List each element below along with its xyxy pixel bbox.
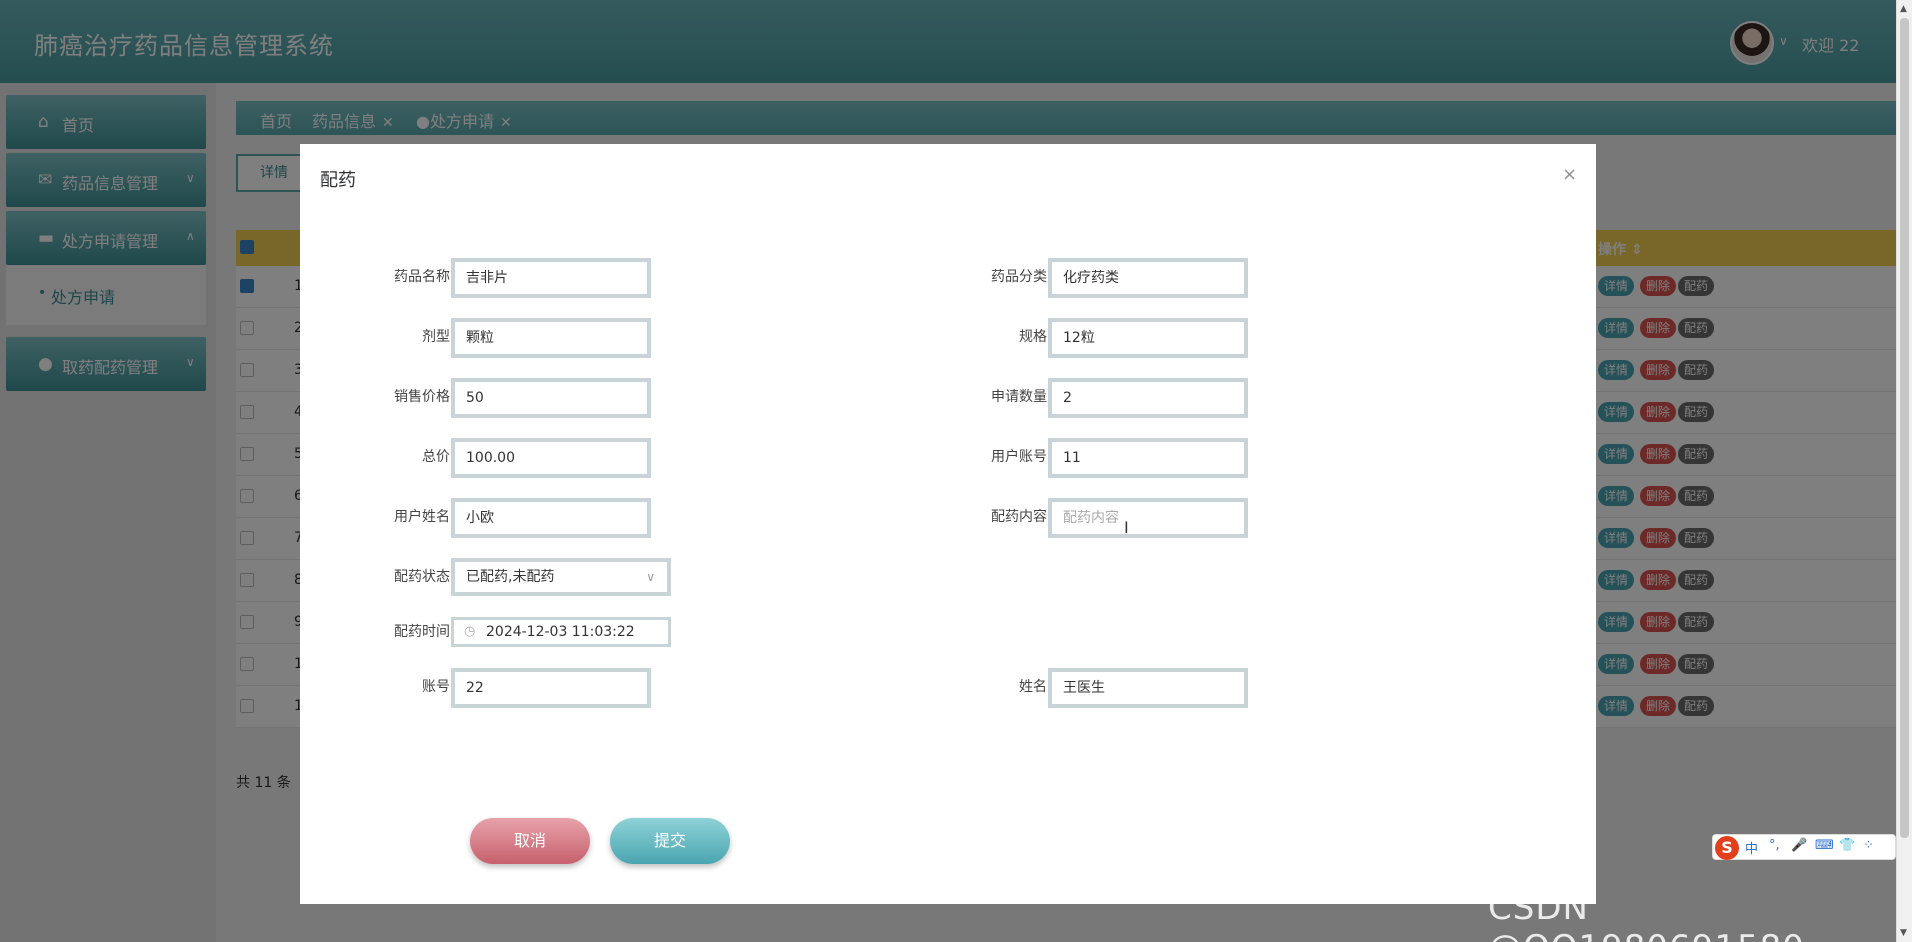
vertical-scrollbar[interactable]: ▲ ▼ <box>1896 0 1912 942</box>
scroll-up-icon[interactable]: ▲ <box>1900 4 1907 14</box>
user-account-field[interactable]: 11 <box>1048 438 1248 478</box>
ime-toolbar[interactable]: S 中 °, 🎤 ⌨ 👕 ⁘ <box>1712 834 1896 860</box>
dispense-status-value: 已配药,未配药 <box>466 569 555 585</box>
skin-icon[interactable]: 👕 <box>1839 838 1855 853</box>
name-field[interactable]: 王医生 <box>1048 668 1248 708</box>
dispense-status-label: 配药状态 <box>394 569 450 585</box>
user-name-label: 用户姓名 <box>394 509 450 525</box>
dispense-time-label: 配药时间 <box>394 624 450 640</box>
dispense-dialog: 配药 × 药品名称 吉非片 剂型 颗粒 销售价格 50 总价 100.00 用户… <box>300 144 1596 904</box>
price-field[interactable]: 50 <box>451 378 651 418</box>
ime-punctuation-icon[interactable]: °, <box>1769 838 1780 853</box>
microphone-icon[interactable]: 🎤 <box>1791 838 1807 853</box>
dispense-time-picker[interactable]: ◷ 2024-12-03 11:03:22 <box>451 617 671 647</box>
quantity-field[interactable]: 2 <box>1048 378 1248 418</box>
account-label: 账号 <box>422 679 450 695</box>
user-name-field[interactable]: 小欧 <box>451 498 651 538</box>
total-price-field[interactable]: 100.00 <box>451 438 651 478</box>
toolbox-icon[interactable]: ⁘ <box>1863 838 1874 853</box>
watermark: CSDN @QQ1980691580 <box>1488 888 1804 942</box>
drug-name-label: 药品名称 <box>394 269 450 285</box>
ime-chinese-mode[interactable]: 中 <box>1745 838 1758 857</box>
submit-button[interactable]: 提交 <box>610 818 730 864</box>
total-price-label: 总价 <box>422 449 450 465</box>
chevron-down-icon: ∨ <box>646 570 655 584</box>
dispense-content-label: 配药内容 <box>991 509 1047 525</box>
dosage-form-label: 剂型 <box>422 329 450 345</box>
drug-category-field[interactable]: 化疗药类 <box>1048 258 1248 298</box>
spec-field[interactable]: 12粒 <box>1048 318 1248 358</box>
price-label: 销售价格 <box>394 389 450 405</box>
cancel-button[interactable]: 取消 <box>470 818 590 864</box>
close-icon[interactable]: × <box>1562 164 1577 185</box>
name-label: 姓名 <box>1019 679 1047 695</box>
dispense-time-value: 2024-12-03 11:03:22 <box>486 624 635 640</box>
dispense-content-field[interactable]: 配药内容 <box>1048 498 1248 538</box>
drug-category-label: 药品分类 <box>991 269 1047 285</box>
sogou-logo-icon: S <box>1715 836 1739 860</box>
dialog-title: 配药 <box>320 170 356 191</box>
dosage-form-field[interactable]: 颗粒 <box>451 318 651 358</box>
dispense-status-select[interactable]: 已配药,未配药 ∨ <box>451 558 671 596</box>
quantity-label: 申请数量 <box>991 389 1047 405</box>
drug-name-field[interactable]: 吉非片 <box>451 258 651 298</box>
keyboard-icon[interactable]: ⌨ <box>1815 838 1834 853</box>
text-cursor-icon: I <box>1124 518 1129 537</box>
user-account-label: 用户账号 <box>991 449 1047 465</box>
account-field[interactable]: 22 <box>451 668 651 708</box>
spec-label: 规格 <box>1019 329 1047 345</box>
clock-icon: ◷ <box>464 624 476 639</box>
scrollbar-thumb[interactable] <box>1900 18 1909 838</box>
